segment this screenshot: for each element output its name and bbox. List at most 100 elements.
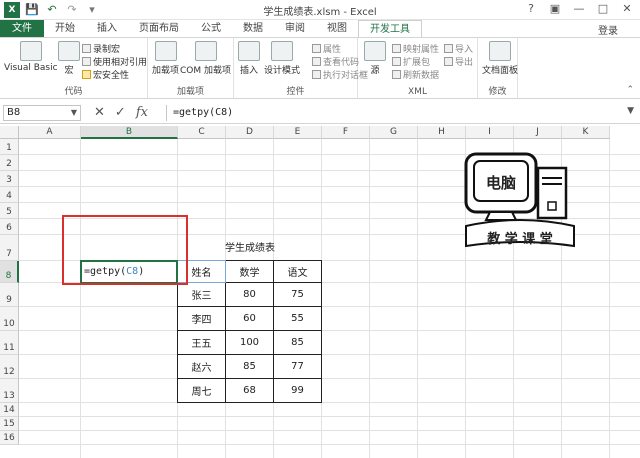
group-label-addins: 加载项: [176, 87, 204, 97]
tab-8[interactable]: 开发工具: [358, 20, 422, 37]
record-macro-button[interactable]: 录制宏: [82, 42, 120, 55]
table-cell[interactable]: 100: [225, 330, 274, 355]
row-header-11[interactable]: 11: [0, 331, 19, 355]
help-icon[interactable]: ?: [522, 1, 540, 17]
row-header-12[interactable]: 12: [0, 355, 19, 379]
ribbon-display-icon[interactable]: ▣: [546, 1, 564, 17]
close-icon[interactable]: ✕: [618, 1, 636, 17]
table-cell[interactable]: 85: [225, 354, 274, 379]
tab-4[interactable]: 公式: [190, 20, 232, 37]
document-panel-icon: [489, 41, 511, 61]
table-cell[interactable]: 55: [273, 306, 322, 331]
column-header-B[interactable]: B: [81, 126, 178, 139]
cancel-icon[interactable]: ✕: [94, 105, 105, 120]
table-cell[interactable]: 77: [273, 354, 322, 379]
warning-icon: [82, 70, 91, 79]
table-cell[interactable]: 语文: [273, 260, 322, 283]
column-header-I[interactable]: I: [466, 126, 514, 139]
table-cell[interactable]: 99: [273, 378, 322, 403]
visual-basic-button[interactable]: Visual Basic: [4, 41, 58, 73]
group-addins: 加载项 COM 加载项 加载项: [148, 38, 234, 98]
row-header-2[interactable]: 2: [0, 155, 19, 171]
minimize-icon[interactable]: —: [570, 1, 588, 17]
view-code-label: 查看代码: [323, 58, 360, 68]
macro-security-button[interactable]: 宏安全性: [82, 68, 129, 81]
row-header-9[interactable]: 9: [0, 283, 19, 307]
table-cell[interactable]: 赵六: [177, 354, 226, 379]
record-macro-label: 录制宏: [93, 45, 121, 55]
refresh-data-button[interactable]: 刷新数据: [392, 68, 439, 81]
insert-control-button[interactable]: 插入: [238, 41, 260, 76]
column-header-J[interactable]: J: [514, 126, 562, 139]
row-header-8[interactable]: 8: [0, 261, 19, 283]
document-panel-button[interactable]: 文档面板: [482, 41, 518, 76]
table-cell[interactable]: 李四: [177, 306, 226, 331]
map-properties-button[interactable]: 映射属性: [392, 42, 439, 55]
restore-icon[interactable]: □: [594, 1, 612, 17]
table-cell[interactable]: 68: [225, 378, 274, 403]
column-header-E[interactable]: E: [274, 126, 322, 139]
login-link[interactable]: 登录: [598, 22, 618, 37]
table-cell[interactable]: 周七: [177, 378, 226, 403]
export-button[interactable]: 导出: [444, 55, 473, 68]
row-header-7[interactable]: 7: [0, 235, 19, 261]
table-cell[interactable]: 80: [225, 282, 274, 307]
expand-formula-bar-icon[interactable]: ▼: [627, 106, 634, 116]
tab-5[interactable]: 数据: [232, 20, 274, 37]
group-modify: 文档面板 修改: [478, 38, 518, 98]
group-label-xml: XML: [408, 87, 427, 97]
insert-function-icon[interactable]: fx: [136, 105, 148, 120]
name-box-dropdown-icon[interactable]: ▼: [71, 106, 77, 120]
collapse-ribbon-icon[interactable]: ⌃: [626, 85, 634, 95]
properties-button[interactable]: 属性: [312, 42, 341, 55]
column-header-F[interactable]: F: [322, 126, 370, 139]
design-mode-icon: [271, 41, 293, 61]
worksheet-grid[interactable]: A B C D E F G H I J K 1 2 3 4 5 6 7 8 9 10 11 12 13 14 15 16 学生成绩表姓…: [0, 126, 640, 458]
row-header-14[interactable]: 14: [0, 403, 19, 417]
group-code: Visual Basic 宏 录制宏 使用相对引用 宏安全性 代码: [0, 38, 148, 98]
column-header-G[interactable]: G: [370, 126, 418, 139]
row-header-5[interactable]: 5: [0, 203, 19, 219]
row-header-10[interactable]: 10: [0, 307, 19, 331]
column-header-A[interactable]: A: [19, 126, 81, 139]
view-code-button[interactable]: 查看代码: [312, 55, 359, 68]
tab-7[interactable]: 视图: [316, 20, 358, 37]
com-addins-button[interactable]: COM 加载项: [180, 41, 231, 76]
addins-button[interactable]: 加载项: [152, 41, 179, 76]
xml-source-button[interactable]: 源: [364, 41, 386, 76]
enter-icon[interactable]: ✓: [115, 105, 126, 120]
column-header-K[interactable]: K: [562, 126, 610, 139]
select-all-corner[interactable]: [0, 126, 19, 139]
column-header-D[interactable]: D: [226, 126, 274, 139]
tab-3[interactable]: 页面布局: [128, 20, 190, 37]
table-cell[interactable]: 85: [273, 330, 322, 355]
tab-1[interactable]: 开始: [44, 20, 86, 37]
row-header-6[interactable]: 6: [0, 219, 19, 235]
column-header-H[interactable]: H: [418, 126, 466, 139]
table-cell[interactable]: 60: [225, 306, 274, 331]
row-header-1[interactable]: 1: [0, 139, 19, 155]
row-header-15[interactable]: 15: [0, 417, 19, 431]
expansion-packs-button[interactable]: 扩展包: [392, 55, 430, 68]
row-header-4[interactable]: 4: [0, 187, 19, 203]
tab-0[interactable]: 文件: [0, 20, 44, 37]
row-header-3[interactable]: 3: [0, 171, 19, 187]
column-header-C[interactable]: C: [178, 126, 226, 139]
table-cell[interactable]: 75: [273, 282, 322, 307]
relative-label: 使用相对引用: [93, 58, 148, 68]
name-box[interactable]: B8 ▼: [3, 105, 81, 121]
row-header-13[interactable]: 13: [0, 379, 19, 403]
formula-input[interactable]: =getpy(C8): [166, 105, 634, 121]
row-header-16[interactable]: 16: [0, 431, 19, 445]
tab-6[interactable]: 审阅: [274, 20, 316, 37]
tab-2[interactable]: 插入: [86, 20, 128, 37]
macro-button[interactable]: 宏: [58, 41, 80, 76]
highlight-box: [62, 215, 188, 285]
design-mode-button[interactable]: 设计模式: [264, 41, 300, 76]
table-cell[interactable]: 数学: [225, 260, 274, 283]
table-cell[interactable]: 王五: [177, 330, 226, 355]
table-cell[interactable]: 张三: [177, 282, 226, 307]
import-button[interactable]: 导入: [444, 42, 473, 55]
relative-reference-button[interactable]: 使用相对引用: [82, 55, 147, 68]
table-row: 周七 68 99: [177, 378, 322, 403]
